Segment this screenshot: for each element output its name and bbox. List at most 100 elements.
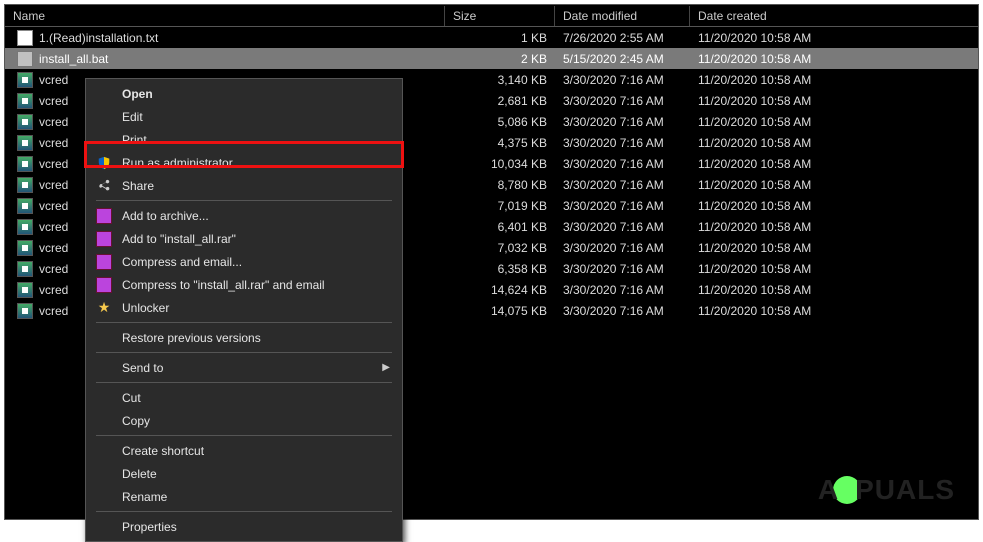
file-modified: 3/30/2020 7:16 AM	[555, 241, 690, 255]
menu-copy-label: Copy	[122, 414, 150, 428]
menu-separator	[96, 200, 392, 201]
menu-add-to-label: Add to "install_all.rar"	[122, 232, 236, 246]
file-modified: 3/30/2020 7:16 AM	[555, 115, 690, 129]
menu-delete[interactable]: Delete	[88, 462, 400, 485]
file-modified: 3/30/2020 7:16 AM	[555, 262, 690, 276]
file-created: 11/20/2020 10:58 AM	[690, 220, 825, 234]
bat-file-icon	[17, 51, 33, 67]
column-header: Name Size Date modified Date created	[5, 5, 978, 27]
file-size: 10,034 KB	[445, 157, 555, 171]
menu-send-to[interactable]: Send to▶	[88, 356, 400, 379]
menu-separator	[96, 435, 392, 436]
menu-unlocker-label: Unlocker	[122, 301, 169, 315]
file-name: vcred	[39, 157, 68, 171]
file-name: vcred	[39, 241, 68, 255]
file-modified: 3/30/2020 7:16 AM	[555, 199, 690, 213]
menu-restore-label: Restore previous versions	[122, 331, 261, 345]
menu-copy[interactable]: Copy	[88, 409, 400, 432]
menu-unlocker[interactable]: ★ Unlocker	[88, 296, 400, 319]
file-created: 11/20/2020 10:58 AM	[690, 157, 825, 171]
menu-rename[interactable]: Rename	[88, 485, 400, 508]
winrar-icon	[96, 208, 112, 224]
menu-separator	[96, 511, 392, 512]
menu-add-to[interactable]: Add to "install_all.rar"	[88, 227, 400, 250]
exe-file-icon	[17, 114, 33, 130]
exe-file-icon	[17, 156, 33, 172]
exe-file-icon	[17, 261, 33, 277]
file-created: 11/20/2020 10:58 AM	[690, 199, 825, 213]
menu-open-label: Open	[122, 87, 153, 101]
winrar-icon	[96, 277, 112, 293]
exe-file-icon	[17, 303, 33, 319]
file-created: 11/20/2020 10:58 AM	[690, 241, 825, 255]
menu-add-archive[interactable]: Add to archive...	[88, 204, 400, 227]
menu-properties[interactable]: Properties	[88, 515, 400, 538]
menu-create-shortcut-label: Create shortcut	[122, 444, 204, 458]
file-size: 2 KB	[445, 52, 555, 66]
file-size: 14,075 KB	[445, 304, 555, 318]
menu-compress-email[interactable]: Compress and email...	[88, 250, 400, 273]
col-name[interactable]: Name	[5, 6, 445, 26]
file-created: 11/20/2020 10:58 AM	[690, 115, 825, 129]
winrar-icon	[96, 231, 112, 247]
exe-file-icon	[17, 177, 33, 193]
exe-file-icon	[17, 240, 33, 256]
file-size: 6,401 KB	[445, 220, 555, 234]
share-icon	[96, 178, 112, 194]
file-created: 11/20/2020 10:58 AM	[690, 304, 825, 318]
file-modified: 3/30/2020 7:16 AM	[555, 136, 690, 150]
menu-properties-label: Properties	[122, 520, 177, 534]
file-name: vcred	[39, 136, 68, 150]
exe-file-icon	[17, 198, 33, 214]
menu-add-archive-label: Add to archive...	[122, 209, 209, 223]
file-created: 11/20/2020 10:58 AM	[690, 52, 825, 66]
menu-share[interactable]: Share	[88, 174, 400, 197]
file-modified: 3/30/2020 7:16 AM	[555, 73, 690, 87]
file-name: vcred	[39, 73, 68, 87]
file-modified: 3/30/2020 7:16 AM	[555, 178, 690, 192]
file-modified: 5/15/2020 2:45 AM	[555, 52, 690, 66]
file-name: vcred	[39, 199, 68, 213]
exe-file-icon	[17, 135, 33, 151]
file-modified: 3/30/2020 7:16 AM	[555, 94, 690, 108]
col-size[interactable]: Size	[445, 6, 555, 26]
menu-create-shortcut[interactable]: Create shortcut	[88, 439, 400, 462]
menu-compress-to-label: Compress to "install_all.rar" and email	[122, 278, 325, 292]
watermark: A PUALS	[818, 474, 955, 506]
file-modified: 3/30/2020 7:16 AM	[555, 283, 690, 297]
menu-rename-label: Rename	[122, 490, 167, 504]
col-created[interactable]: Date created	[690, 6, 825, 26]
exe-file-icon	[17, 219, 33, 235]
file-size: 5,086 KB	[445, 115, 555, 129]
file-name: vcred	[39, 283, 68, 297]
col-modified[interactable]: Date modified	[555, 6, 690, 26]
exe-file-icon	[17, 72, 33, 88]
table-row[interactable]: 1.(Read)installation.txt1 KB7/26/2020 2:…	[5, 27, 978, 48]
menu-share-label: Share	[122, 179, 154, 193]
file-size: 3,140 KB	[445, 73, 555, 87]
file-size: 14,624 KB	[445, 283, 555, 297]
exe-file-icon	[17, 93, 33, 109]
menu-run-as-admin-label: Run as administrator	[122, 156, 233, 170]
file-name: vcred	[39, 262, 68, 276]
exe-file-icon	[17, 282, 33, 298]
menu-delete-label: Delete	[122, 467, 157, 481]
menu-restore[interactable]: Restore previous versions	[88, 326, 400, 349]
menu-send-to-label: Send to	[122, 361, 163, 375]
menu-run-as-admin[interactable]: Run as administrator	[88, 151, 400, 174]
menu-compress-to[interactable]: Compress to "install_all.rar" and email	[88, 273, 400, 296]
menu-open[interactable]: Open	[88, 82, 400, 105]
file-created: 11/20/2020 10:58 AM	[690, 73, 825, 87]
star-icon: ★	[96, 300, 112, 316]
file-modified: 7/26/2020 2:55 AM	[555, 31, 690, 45]
menu-print[interactable]: Print	[88, 128, 400, 151]
menu-cut-label: Cut	[122, 391, 141, 405]
file-size: 7,019 KB	[445, 199, 555, 213]
file-name: vcred	[39, 115, 68, 129]
menu-edit[interactable]: Edit	[88, 105, 400, 128]
file-size: 4,375 KB	[445, 136, 555, 150]
menu-cut[interactable]: Cut	[88, 386, 400, 409]
shield-icon	[96, 155, 112, 171]
file-name: vcred	[39, 178, 68, 192]
table-row[interactable]: install_all.bat2 KB5/15/2020 2:45 AM11/2…	[5, 48, 978, 69]
